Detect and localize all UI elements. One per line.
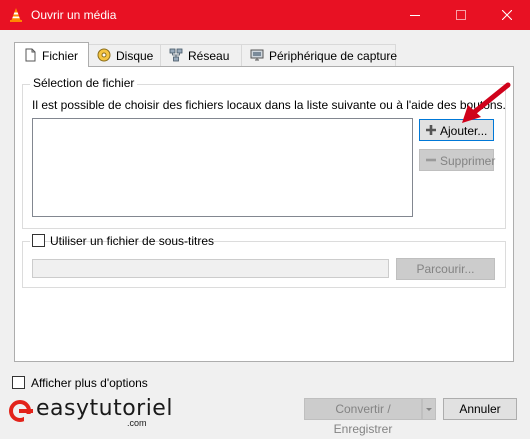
chevron-down-icon <box>426 408 432 411</box>
close-icon <box>502 10 512 20</box>
cancel-button[interactable]: Annuler <box>443 398 517 420</box>
subtitle-path-field[interactable] <box>32 259 389 278</box>
easytutoriel-watermark: easytutoriel .com <box>7 395 197 429</box>
red-arrow-annotation-icon <box>462 82 511 123</box>
subtitles-toggle[interactable]: Utiliser un fichier de sous-titres <box>30 233 214 249</box>
watermark-domain: .com <box>127 418 147 428</box>
tab-label: Périphérique de capture <box>269 49 398 63</box>
add-button-label: Ajouter... <box>440 124 488 138</box>
file-icon <box>25 48 36 62</box>
file-selection-description: Il est possible de choisir des fichiers … <box>32 98 506 112</box>
disc-icon <box>97 48 111 62</box>
remove-button-label: Supprimer <box>440 154 496 168</box>
maximize-button[interactable] <box>438 0 484 30</box>
capture-device-icon <box>250 49 264 61</box>
tab-label: Réseau <box>188 49 230 63</box>
more-options-checkbox[interactable] <box>12 376 25 389</box>
remove-button[interactable]: Supprimer <box>419 149 496 171</box>
close-button[interactable] <box>484 0 530 30</box>
tab-reseau[interactable]: Réseau <box>160 44 242 66</box>
easytutoriel-logo-icon <box>9 400 33 422</box>
tab-peripherique-de-capture[interactable]: Périphérique de capture <box>241 44 398 66</box>
maximize-icon <box>456 10 466 20</box>
convert-save-button[interactable]: Convertir / Enregistrer <box>304 398 422 436</box>
minimize-icon <box>410 15 420 16</box>
window-title: Ouvrir un média <box>31 8 117 22</box>
minus-icon <box>426 158 436 162</box>
network-icon <box>169 48 183 62</box>
vlc-cone-icon <box>10 8 22 22</box>
file-selection-title: Sélection de fichier <box>30 76 138 90</box>
subtitles-checkbox[interactable] <box>32 234 45 247</box>
convert-save-split-button[interactable]: Convertir / Enregistrer <box>304 398 436 436</box>
convert-dropdown-button[interactable] <box>422 398 436 420</box>
tab-label: Fichier <box>42 49 79 63</box>
more-options-label: Afficher plus d'options <box>31 376 148 390</box>
minimize-button[interactable] <box>392 0 438 30</box>
browse-button[interactable]: Parcourir... <box>396 258 495 280</box>
watermark-text: easytutoriel <box>36 396 173 421</box>
tab-fichier[interactable]: Fichier <box>14 42 89 67</box>
tab-disque[interactable]: Disque <box>88 44 161 66</box>
subtitles-checkbox-label: Utiliser un fichier de sous-titres <box>50 234 215 248</box>
title-bar: Ouvrir un média <box>0 0 530 30</box>
file-list[interactable] <box>32 118 413 217</box>
plus-icon <box>426 125 436 135</box>
tab-label: Disque <box>116 49 154 63</box>
